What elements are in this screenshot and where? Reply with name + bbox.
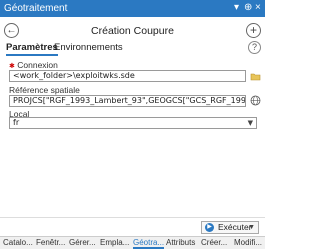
connexion-label: ✱ Connexion — [9, 60, 58, 70]
pin-icon[interactable]: ⊕ — [244, 2, 252, 14]
bottom-tab-catalog[interactable]: Catalo... — [3, 238, 33, 247]
parameter-tabs: Paramètres Environnements — [0, 42, 265, 56]
local-select[interactable]: fr ▼ — [9, 117, 257, 129]
spatial-ref-label: Référence spatiale — [9, 85, 80, 95]
play-icon: ▶ — [205, 223, 214, 232]
local-value: fr — [13, 118, 20, 127]
pin-icon[interactable]: ▾ — [234, 2, 239, 14]
window-title: Géotraitement — [4, 3, 68, 14]
tab-parametres[interactable]: Paramètres — [6, 42, 58, 56]
divider — [0, 217, 265, 218]
run-button-label: Exécuter — [218, 222, 252, 232]
run-button[interactable]: ▶ Exécuter ▼ — [201, 221, 259, 234]
bottom-tab-modifier[interactable]: Modifi... — [234, 238, 262, 247]
chevron-down-icon: ▼ — [247, 119, 253, 127]
chevron-down-icon[interactable]: ▼ — [248, 222, 255, 233]
bottom-tab-creer[interactable]: Créer... — [201, 238, 227, 247]
help-icon[interactable]: ? — [248, 41, 261, 54]
tool-title: Création Coupure — [91, 25, 174, 37]
bottom-tab-gerer[interactable]: Gérer... — [69, 238, 96, 247]
connexion-input[interactable]: <work_folder>\exploitwks.sde — [9, 70, 246, 82]
tab-environnements[interactable]: Environnements — [54, 42, 123, 53]
add-icon[interactable]: + — [246, 23, 261, 38]
bottom-tab-attributs[interactable]: Attributs — [166, 238, 195, 247]
bottom-tab-fenetre[interactable]: Fenêtr... — [36, 238, 65, 247]
bottom-tab-bar: Catalo... Fenêtr... Gérer... Empla... Gé… — [0, 236, 265, 249]
title-bar: Géotraitement ▾ ⊕ × — [0, 0, 265, 17]
globe-icon[interactable] — [250, 95, 261, 106]
close-icon[interactable]: × — [255, 2, 261, 14]
bottom-tab-geotraitement[interactable]: Géotra... — [133, 238, 165, 249]
spatial-ref-input[interactable]: PROJCS["RGF_1993_Lambert_93",GEOGCS["GCS… — [9, 95, 246, 107]
bottom-tab-emplacement[interactable]: Empla... — [100, 238, 129, 247]
folder-icon[interactable] — [250, 71, 261, 82]
